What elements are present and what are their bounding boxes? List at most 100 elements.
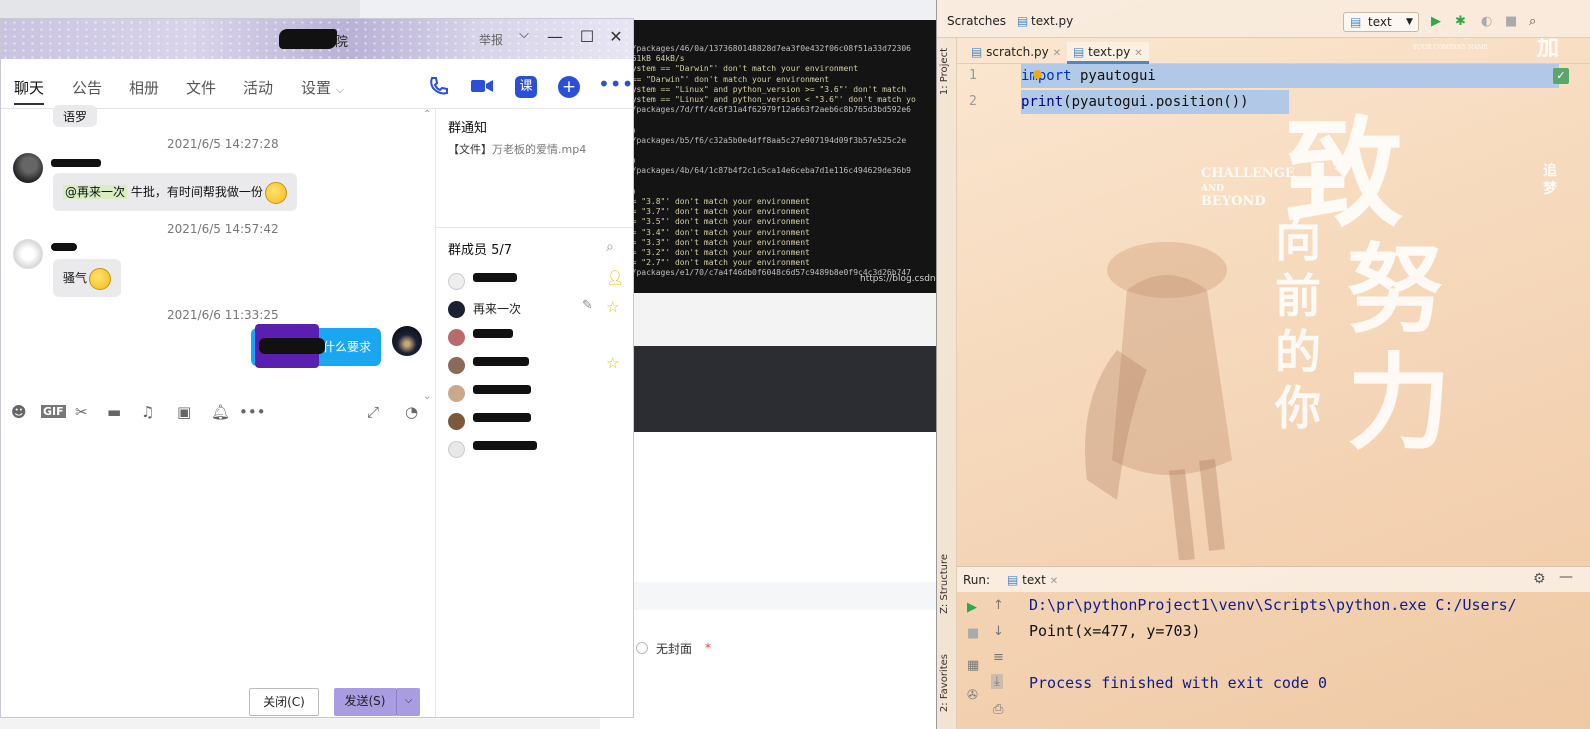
breadcrumb-scratches[interactable]: Scratches bbox=[947, 14, 1006, 28]
background-art-text: 梦 bbox=[1543, 181, 1557, 197]
report-button[interactable]: 举报 bbox=[479, 31, 503, 48]
pin-icon[interactable]: ✇ bbox=[967, 688, 978, 703]
tab-announcement[interactable]: 公告 bbox=[72, 77, 102, 98]
message-bubble: @再来一次 牛批，有时间帮我做一份 bbox=[53, 173, 297, 211]
scroll-to-end-icon[interactable]: ⤓ bbox=[991, 674, 1003, 689]
code-text: (pyautogui.position()) bbox=[1063, 94, 1249, 110]
soft-wrap-icon[interactable]: ≡ bbox=[993, 650, 1004, 665]
gif-icon[interactable]: GIF bbox=[41, 405, 66, 418]
redaction-scribble bbox=[259, 338, 325, 354]
chevron-down-icon[interactable]: ⌵ bbox=[513, 27, 535, 42]
more-icon[interactable]: ••• bbox=[598, 74, 633, 98]
send-options-chevron-icon[interactable]: ⌵ bbox=[396, 688, 420, 716]
message-timestamp: 2021/6/5 14:27:28 bbox=[167, 137, 279, 151]
image-icon[interactable]: ▣ bbox=[177, 403, 191, 421]
coverage-icon[interactable]: ◐ bbox=[1481, 14, 1492, 29]
background-art-text: CHALLENGE bbox=[1201, 166, 1295, 181]
code-text: pyautogui bbox=[1071, 68, 1156, 84]
avatar[interactable] bbox=[13, 239, 43, 269]
maximize-icon[interactable]: ☐ bbox=[576, 27, 598, 46]
bell-icon[interactable]: 🔔︎ bbox=[211, 403, 230, 421]
notice-item[interactable]: 【文件】万老板的爱情.mp4 bbox=[448, 141, 586, 157]
message-text: 什么要求 bbox=[322, 340, 371, 354]
terminal-line: _system == "Darwin"' don't match your en… bbox=[622, 64, 859, 74]
tab-files[interactable]: 文件 bbox=[186, 77, 216, 98]
rerun-icon[interactable]: ▶ bbox=[967, 600, 977, 615]
member-row[interactable]: ☆ bbox=[448, 354, 628, 376]
member-row[interactable] bbox=[448, 326, 628, 348]
favorites-tool-tab[interactable]: 2: Favorites bbox=[939, 654, 950, 712]
structure-tool-tab[interactable]: Z: Structure bbox=[939, 554, 950, 614]
web-page-form: 无封面 * bbox=[600, 432, 945, 729]
editor-tab-text[interactable]: ▤ text.py ✕ bbox=[1067, 42, 1149, 64]
member-avatar bbox=[448, 329, 465, 346]
emoji-icon[interactable]: ☻ bbox=[11, 403, 27, 421]
run-tab[interactable]: ▤ text ✕ bbox=[1007, 573, 1058, 587]
run-configuration-select[interactable]: ▤ text ▼ bbox=[1343, 12, 1419, 32]
python-file-icon: ▤ bbox=[971, 45, 983, 59]
ellipsis-icon[interactable]: ••• bbox=[239, 403, 266, 421]
layout-icon[interactable]: ▦ bbox=[967, 658, 979, 673]
hide-panel-icon[interactable]: — bbox=[1559, 569, 1573, 585]
member-row[interactable] bbox=[448, 438, 628, 460]
editor-tab-bar: ▤ scratch.py ✕ ▤ text.py ✕ bbox=[957, 38, 1590, 64]
class-icon[interactable]: 课 bbox=[515, 76, 537, 98]
background-illustration bbox=[1085, 242, 1232, 560]
scroll-down-icon[interactable]: ↓ bbox=[993, 624, 1004, 639]
folder-icon[interactable]: ▬ bbox=[107, 403, 121, 421]
expand-icon[interactable]: ⤢ bbox=[367, 403, 379, 421]
close-button[interactable]: 关闭(C) bbox=[249, 688, 319, 716]
intention-bulb-icon[interactable] bbox=[1033, 70, 1042, 79]
editor-tab-scratch[interactable]: ▤ scratch.py ✕ bbox=[965, 42, 1067, 64]
stop-icon[interactable]: ■ bbox=[1505, 14, 1517, 29]
no-cover-radio[interactable] bbox=[636, 642, 648, 654]
close-tab-icon[interactable]: ✕ bbox=[1050, 576, 1058, 587]
dropdown-arrow-icon: ▼ bbox=[1406, 17, 1413, 27]
code-editor[interactable]: import pyautogui print(pyautogui.positio… bbox=[1021, 64, 1561, 124]
tab-album[interactable]: 相册 bbox=[129, 77, 159, 98]
run-icon[interactable]: ▶ bbox=[1431, 14, 1441, 29]
tab-chat[interactable]: 聊天 bbox=[14, 77, 45, 105]
print-icon[interactable]: ⎙ bbox=[993, 702, 1003, 717]
close-icon[interactable]: ✕ bbox=[605, 27, 627, 46]
message-text: 骚气 bbox=[63, 271, 88, 285]
search-icon[interactable]: ⌕ bbox=[1529, 14, 1536, 29]
collapse-icon[interactable]: ⌃ bbox=[423, 109, 431, 120]
music-icon[interactable]: ♫ bbox=[141, 403, 154, 421]
run-panel-header: Run: ▤ text ✕ ⚙ — bbox=[957, 566, 1590, 592]
phone-icon[interactable] bbox=[427, 75, 449, 97]
video-icon[interactable] bbox=[470, 75, 494, 97]
project-tool-tab[interactable]: 1: Project bbox=[939, 48, 950, 95]
edit-pencil-icon[interactable]: ✎ bbox=[582, 298, 593, 313]
history-clock-icon[interactable]: ◔ bbox=[405, 403, 418, 421]
avatar[interactable] bbox=[13, 153, 43, 183]
mention-tag[interactable]: @再来一次 bbox=[63, 185, 128, 199]
gear-icon[interactable]: ⚙ bbox=[1533, 571, 1546, 587]
send-button[interactable]: 发送(S) bbox=[334, 688, 396, 716]
close-tab-icon[interactable]: ✕ bbox=[1134, 48, 1142, 59]
member-row[interactable]: 再来一次 ✎ ☆ bbox=[448, 298, 628, 320]
member-row[interactable] bbox=[448, 410, 628, 432]
settings-label: 设置 bbox=[301, 79, 332, 97]
tab-settings[interactable]: 设置 ⌵ bbox=[301, 77, 344, 98]
own-avatar[interactable] bbox=[392, 326, 422, 356]
member-row[interactable]: 👤︎ bbox=[448, 270, 628, 292]
search-icon[interactable]: ⌕ bbox=[606, 239, 614, 255]
member-row[interactable] bbox=[448, 382, 628, 404]
tab-activity[interactable]: 活动 bbox=[243, 77, 273, 98]
inspection-ok-icon[interactable]: ✓ bbox=[1553, 68, 1569, 84]
browser-tab[interactable] bbox=[0, 0, 360, 20]
notice-heading: 群通知 bbox=[448, 121, 488, 136]
stop-icon[interactable]: ■ bbox=[967, 626, 979, 641]
message-input[interactable]: 关闭(C) 发送(S) ⌵ bbox=[1, 429, 435, 717]
scroll-up-icon[interactable]: ↑ bbox=[993, 598, 1004, 613]
debug-bug-icon[interactable]: ✱ bbox=[1455, 14, 1466, 29]
scissors-icon[interactable]: ✂ bbox=[75, 403, 88, 421]
minimize-icon[interactable]: — bbox=[544, 27, 566, 46]
breadcrumb-file[interactable]: text.py bbox=[1031, 14, 1073, 28]
console-output[interactable]: D:\pr\pythonProject1\venv\Scripts\python… bbox=[1029, 596, 1589, 729]
add-icon[interactable]: + bbox=[558, 76, 580, 98]
chat-window: 院 举报 ⌵ — ☐ ✕ 聊天 公告 相册 文件 活动 设置 ⌵ 课 + •••… bbox=[0, 18, 634, 718]
close-tab-icon[interactable]: ✕ bbox=[1053, 48, 1061, 59]
